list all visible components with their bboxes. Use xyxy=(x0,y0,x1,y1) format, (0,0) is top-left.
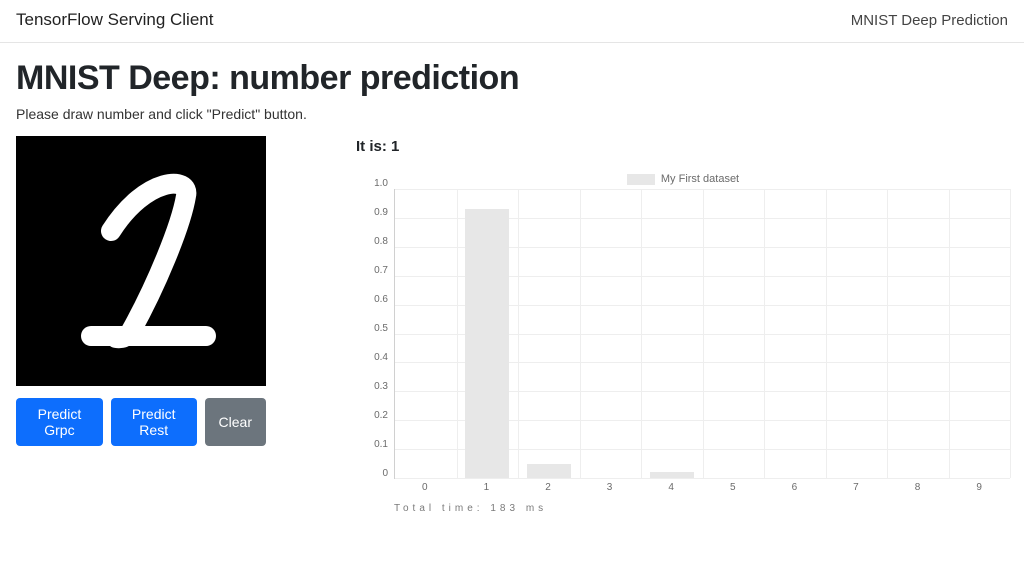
bar-slot xyxy=(457,189,519,478)
predict-grpc-button[interactable]: Predict Grpc xyxy=(16,398,103,446)
nav-link-mnist[interactable]: MNIST Deep Prediction xyxy=(851,12,1008,29)
page-title: MNIST Deep: number prediction xyxy=(16,59,1008,98)
bar-slot xyxy=(580,189,642,478)
total-time-label: Total time: 183 ms xyxy=(394,503,1010,514)
x-tick: 8 xyxy=(887,479,949,497)
instruction-text: Please draw number and click "Predict" b… xyxy=(16,106,1008,122)
x-axis: 0123456789 xyxy=(394,479,1010,497)
topbar: TensorFlow Serving Client MNIST Deep Pre… xyxy=(0,0,1024,43)
result-prefix: It is: xyxy=(356,138,391,155)
bar xyxy=(527,464,571,478)
x-tick: 3 xyxy=(579,479,641,497)
x-tick: 9 xyxy=(948,479,1010,497)
result-panel: It is: 1 My First dataset 1.00.90.80.70.… xyxy=(356,136,1010,514)
bar-slot xyxy=(949,189,1011,478)
bars-container xyxy=(395,189,1010,478)
x-tick: 2 xyxy=(517,479,579,497)
button-row: Predict Grpc Predict Rest Clear xyxy=(16,398,266,446)
x-tick: 1 xyxy=(456,479,518,497)
bar-slot xyxy=(641,189,703,478)
predict-rest-button[interactable]: Predict Rest xyxy=(111,398,197,446)
x-tick: 4 xyxy=(640,479,702,497)
result-value: 1 xyxy=(391,138,399,155)
clear-button[interactable]: Clear xyxy=(205,398,266,446)
bar-slot xyxy=(518,189,580,478)
bar-slot xyxy=(764,189,826,478)
brand-title[interactable]: TensorFlow Serving Client xyxy=(16,10,213,30)
drawn-digit-icon xyxy=(16,136,266,386)
x-tick: 6 xyxy=(764,479,826,497)
bar-slot xyxy=(703,189,765,478)
main-content: MNIST Deep: number prediction Please dra… xyxy=(0,43,1024,514)
legend-swatch-icon xyxy=(627,174,655,185)
result-label: It is: 1 xyxy=(356,138,1010,155)
bar xyxy=(465,209,509,478)
bar-slot xyxy=(826,189,888,478)
draw-panel: Predict Grpc Predict Rest Clear xyxy=(16,136,266,514)
bar xyxy=(650,472,694,478)
x-tick: 7 xyxy=(825,479,887,497)
plot-area xyxy=(394,189,1010,479)
legend-label: My First dataset xyxy=(661,173,739,185)
drawing-canvas[interactable] xyxy=(16,136,266,386)
x-tick: 0 xyxy=(394,479,456,497)
bar-slot xyxy=(395,189,457,478)
probability-chart: My First dataset 1.00.90.80.70.60.50.40.… xyxy=(356,173,1010,514)
bar-slot xyxy=(887,189,949,478)
y-axis: 1.00.90.80.70.60.50.40.30.20.10 xyxy=(356,189,394,479)
chart-legend: My First dataset xyxy=(356,173,1010,185)
x-tick: 5 xyxy=(702,479,764,497)
